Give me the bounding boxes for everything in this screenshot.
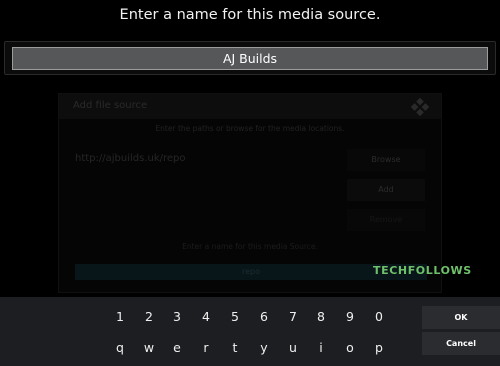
dialog-instructions: Enter the paths or browse for the media …: [155, 124, 345, 133]
dialog-name-prompt: Enter a name for this media Source.: [182, 242, 318, 251]
key-i[interactable]: i: [307, 340, 335, 355]
dialog-title: Add file source: [73, 100, 148, 111]
ok-button[interactable]: OK: [422, 306, 500, 329]
prompt-title: Enter a name for this media source.: [119, 7, 381, 23]
techfollows-watermark: TECHFOLLOWS: [373, 264, 472, 277]
name-input-container: AJ Builds: [4, 41, 496, 75]
key-3[interactable]: 3: [163, 309, 191, 324]
browse-button[interactable]: Browse: [347, 149, 425, 171]
on-screen-keyboard: 1 2 3 4 5 6 7 8 9 0 q w e r t y u i o p …: [0, 297, 500, 366]
key-8[interactable]: 8: [307, 309, 335, 324]
key-9[interactable]: 9: [336, 309, 364, 324]
key-r[interactable]: r: [192, 340, 220, 355]
key-7[interactable]: 7: [279, 309, 307, 324]
key-e[interactable]: e: [163, 340, 191, 355]
key-4[interactable]: 4: [192, 309, 220, 324]
key-p[interactable]: p: [365, 340, 393, 355]
kodi-logo-icon: [411, 98, 429, 116]
key-o[interactable]: o: [336, 340, 364, 355]
add-button[interactable]: Add: [347, 179, 425, 201]
key-0[interactable]: 0: [365, 309, 393, 324]
cancel-button[interactable]: Cancel: [422, 332, 500, 355]
name-input[interactable]: AJ Builds: [12, 47, 488, 70]
key-q[interactable]: q: [106, 340, 134, 355]
key-2[interactable]: 2: [135, 309, 163, 324]
remove-button[interactable]: Remove: [347, 209, 425, 231]
key-5[interactable]: 5: [221, 309, 249, 324]
source-path[interactable]: http://ajbuilds.uk/repo: [75, 153, 186, 164]
add-file-source-dialog: Add file source Enter the paths or brows…: [58, 93, 442, 293]
key-1[interactable]: 1: [106, 309, 134, 324]
key-u[interactable]: u: [279, 340, 307, 355]
dialog-header: Add file source: [59, 94, 441, 119]
key-y[interactable]: y: [250, 340, 278, 355]
key-w[interactable]: w: [135, 340, 163, 355]
key-t[interactable]: t: [221, 340, 249, 355]
key-6[interactable]: 6: [250, 309, 278, 324]
